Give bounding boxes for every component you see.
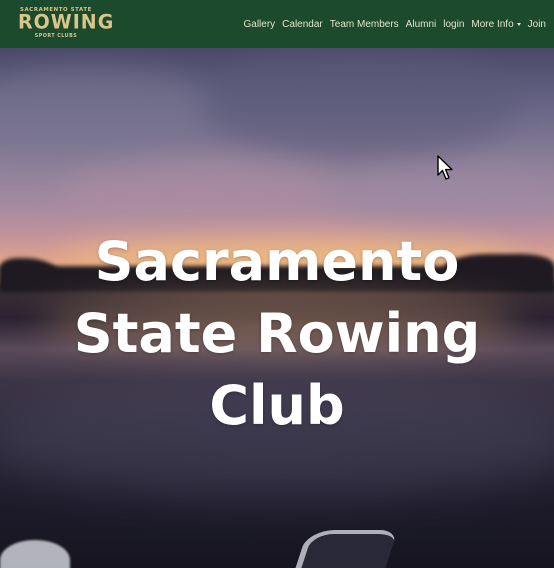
nav-more-info-dropdown[interactable]: More Info <box>471 18 521 30</box>
cloud-shape <box>200 48 520 158</box>
nav-login[interactable]: login <box>443 19 464 30</box>
site-logo[interactable]: SACRAMENTO STATE ROWING SPORT CLUBS <box>18 7 115 41</box>
mouse-cursor-icon <box>437 155 453 180</box>
boat-bow-right <box>288 530 398 568</box>
cloud-shape <box>60 158 340 228</box>
nav-calendar[interactable]: Calendar <box>282 19 323 30</box>
nav-links: Gallery Calendar Team Members Alumni log… <box>243 16 546 32</box>
hero-banner: Sacramento State Rowing Club <box>0 48 554 568</box>
caret-down-icon <box>516 22 521 26</box>
nav-join[interactable]: Join <box>528 19 546 30</box>
nav-team-members[interactable]: Team Members <box>330 19 399 30</box>
boat-bow-left <box>0 540 70 568</box>
top-navbar: SACRAMENTO STATE ROWING SPORT CLUBS Gall… <box>0 0 554 48</box>
logo-main-text: ROWING <box>18 10 115 34</box>
nav-more-info-label: More Info <box>471 18 514 30</box>
nav-alumni[interactable]: Alumni <box>406 19 437 30</box>
cloud-shape <box>0 68 220 158</box>
logo-bottom-text: SPORT CLUBS <box>34 34 78 39</box>
hero-title: Sacramento State Rowing Club <box>73 230 481 437</box>
nav-gallery[interactable]: Gallery <box>243 19 275 30</box>
